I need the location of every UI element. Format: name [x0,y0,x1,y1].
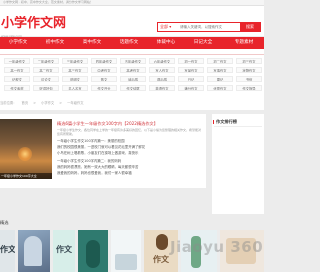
candle-glow [18,147,32,161]
category-tag[interactable]: 四年级作文 [91,58,117,64]
nav-item-senior[interactable]: 高中作文 [77,37,107,49]
ranking-sidebar: 作文排行榜 [212,114,264,214]
featured-line: 我们的校园很美丽，一进校门就可以看见花坛里开满了鲜花 [57,145,146,149]
featured-image-caption: 一年级小学作文100字大全 [0,173,52,179]
figure-illustration [24,236,42,266]
breadcrumb-sep: > [33,101,36,105]
category-tag[interactable]: 日记 [178,76,204,82]
nav-item-primary[interactable]: 小学作文 [3,37,33,49]
thumbnail-card[interactable] [78,230,108,272]
breadcrumb-current[interactable]: 一年级作文 [67,101,83,105]
category-tag[interactable]: 记叙文 [4,76,30,82]
nav-item-genre[interactable]: 体裁中心 [151,37,181,49]
category-tag[interactable]: 说明文 [62,76,88,82]
thumbnail-text: 作文 [56,245,72,254]
featured-image[interactable]: 一年级小学作文100字大全 [0,119,52,179]
category-tag[interactable]: 优秀作文 [207,85,233,91]
search-input[interactable] [180,23,238,31]
thumbnail-card[interactable] [18,230,50,272]
category-tag[interactable]: 英语作文 [149,85,175,91]
category-tag[interactable]: 作文结尾 [120,85,146,91]
search-bar: 全部 ▾ 搜索 [157,22,261,32]
category-tag[interactable]: 初一作文 [178,58,204,64]
category-tag[interactable]: 作文开头 [91,85,117,91]
featured-line: 小鸟在树上唱着歌，小朋友们在操场上做游戏，真快乐 [57,151,139,155]
category-tag[interactable]: 作文指导 [236,85,262,91]
nav-item-topic[interactable]: 话题作文 [114,37,144,49]
ranking-title: 作文排行榜 [213,119,237,124]
category-tag[interactable]: 观后感 [149,76,175,82]
category-tag[interactable]: 高一作文 [4,67,30,73]
main-nav: 小学作文 初中作文 高中作文 话题作文 体裁中心 日记大全 专题素材 [0,37,264,49]
tree-illustration [86,240,100,268]
breadcrumb: 当前位置： 首页 > 小学作文 > 一年级作文 [0,100,88,106]
category-tag[interactable]: 五年级作文 [120,58,146,64]
breadcrumb-category[interactable]: 小学作文 [41,101,54,105]
section-label: 精选 [0,220,9,225]
category-tag[interactable]: 二年级作文 [33,58,59,64]
category-tag[interactable]: 一年级作文 [4,58,30,64]
featured-summary: 一年级小学生作文，各位同学在上学的一年级有许多美好的回忆，以下是小编为您整理的相… [57,128,202,137]
category-tag[interactable]: 名人名言 [62,85,88,91]
category-tag[interactable]: 状物作文 [236,67,262,73]
nav-item-diary[interactable]: 日记大全 [188,37,218,49]
category-tag[interactable]: 周记 [207,76,233,82]
breadcrumb-home[interactable]: 首页 [22,101,29,105]
category-tag[interactable]: 散文 [91,76,117,82]
search-category-select[interactable]: 全部 ▾ [160,23,171,31]
featured-title[interactable]: 精选6篇小学生一年级作文100字内【2022精选作文】 [57,121,204,127]
ranking-divider [214,126,262,127]
category-tag[interactable]: 满分作文 [178,85,204,91]
featured-article: 一年级小学作文100字大全 精选6篇小学生一年级作文100字内【2022精选作文… [0,114,206,188]
category-tag[interactable]: 初三作文 [236,58,262,64]
category-tag[interactable]: 书信 [236,76,262,82]
thumbnail-card[interactable]: 作文 [53,230,75,272]
category-tag[interactable]: 议论文 [33,76,59,82]
breadcrumb-sep: > [59,101,63,105]
featured-line[interactable]: 一年级小学生作文100字内篇一：美丽的校园 [57,139,203,144]
category-tag[interactable]: 高二作文 [33,67,59,73]
category-tag[interactable]: 中考作文 [91,67,117,73]
category-tag[interactable]: 读后感 [120,76,146,82]
header: 小学作文网 www.xzw.com 全部 ▾ 搜索 [0,6,264,38]
thumbnail-card[interactable] [111,230,141,272]
category-tag[interactable]: 三年级作文 [62,58,88,64]
search-button[interactable]: 搜索 [240,23,260,31]
top-bar-text: 小学作文网 · 初中、高中作文大全，范文素材，满分作文学习网站！ [3,0,93,4]
nav-item-material[interactable]: 专题素材 [229,37,259,49]
category-tag[interactable]: 作文素材 [4,85,30,91]
category-tag[interactable]: 写景作文 [178,67,204,73]
category-tag[interactable]: 写事作文 [207,67,233,73]
girl-illustration [156,234,168,250]
category-tag[interactable]: 高三作文 [62,67,88,73]
watermark: Jiaoyu 360 [170,238,264,256]
category-tag[interactable]: 六年级作文 [149,58,175,64]
breadcrumb-prefix: 当前位置： [0,101,17,105]
house-illustration [115,254,137,270]
category-tag[interactable]: 写人作文 [149,67,175,73]
featured-line[interactable]: 一年级小学生作文100字内篇二：我的妈妈 [57,159,203,164]
thumbnail-card[interactable]: 作文 [0,230,15,272]
nav-item-junior[interactable]: 初中作文 [40,37,70,49]
thumbnail-text: 作文 [0,245,15,254]
featured-line: 我的妈妈很漂亮，她有一双大大的眼睛，每天都很辛苦 [57,165,139,169]
category-tag[interactable]: 高考作文 [120,67,146,73]
site-logo[interactable]: 小学作文网 [1,16,66,32]
featured-line: 我爱我的妈妈，妈妈也很爱我，我们一家人很幸福 [57,171,132,175]
category-tag[interactable]: 初二作文 [207,58,233,64]
category-tag[interactable]: 好词好句 [33,85,59,91]
